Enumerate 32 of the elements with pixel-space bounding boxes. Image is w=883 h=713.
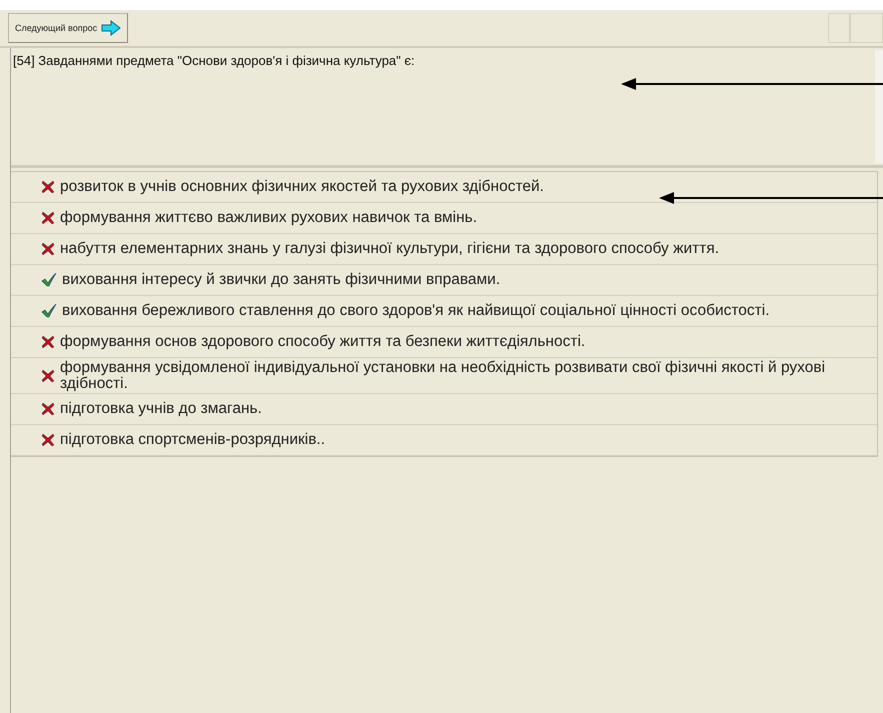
answer-text: підготовка учнів до змагань. bbox=[60, 401, 263, 417]
toolbar-button[interactable] bbox=[828, 13, 850, 43]
cross-icon bbox=[41, 368, 55, 382]
cross-icon bbox=[41, 433, 55, 447]
cross-icon bbox=[41, 402, 55, 416]
answer-row[interactable]: набуття елементарних знань у галузі фізичної культури, гігієни та здорового способу життя. bbox=[11, 234, 877, 265]
answer-text: формування життєво важливих рухових навичок та вмінь. bbox=[60, 210, 478, 226]
answer-text: виховання інтересу й звички до занять фізичними вправами. bbox=[62, 272, 502, 288]
question-text: [54] Завданнями предмета "Основи здоров'я і фізична культура" є: bbox=[13, 53, 415, 68]
answer-text: набуття елементарних знань у галузі фізичної культури, гігієни та здорового способу життя. bbox=[60, 241, 720, 257]
cross-icon bbox=[41, 211, 55, 225]
answer-row[interactable]: формування усвідомленої індивідуальної установки на необхідність розвивати свої фізичні якості й рухові здібності. bbox=[11, 358, 877, 394]
next-question-button[interactable]: Следующий вопрос bbox=[8, 13, 128, 43]
cross-icon bbox=[41, 242, 55, 256]
answer-text: виховання бережливого ставлення до свого здоров'я як найвищої соціальної цінності особистості. bbox=[62, 303, 771, 319]
arrow-right-icon bbox=[101, 20, 122, 36]
check-icon bbox=[41, 273, 57, 287]
cross-icon bbox=[41, 335, 55, 349]
answer-text: формування усвідомленої індивідуальної установки на необхідність розвивати свої фізичні якості й рухові здібності. bbox=[60, 360, 826, 391]
answer-row[interactable]: формування основ здорового способу життя та безпеки життєдіяльності. bbox=[11, 327, 877, 358]
answer-row[interactable]: виховання інтересу й звички до занять фізичними вправами. bbox=[11, 265, 877, 296]
answer-row[interactable]: формування життєво важливих рухових навичок та вмінь. bbox=[11, 203, 877, 234]
answer-text: підготовка спортсменів-розрядників.. bbox=[60, 432, 326, 448]
toolbar-button[interactable] bbox=[850, 13, 883, 43]
answer-row[interactable]: підготовка учнів до змагань. bbox=[11, 394, 877, 425]
answer-text: формування основ здорового способу життя та безпеки життєдіяльності. bbox=[60, 334, 586, 350]
answer-row[interactable]: виховання бережливого ставлення до свого здоров'я як найвищої соціальної цінності особистості. bbox=[11, 296, 877, 327]
cross-icon bbox=[41, 180, 55, 194]
answer-text: розвиток в учнів основних фізичних якостей та рухових здібностей. bbox=[60, 179, 545, 195]
check-icon bbox=[41, 304, 57, 318]
scrollbar[interactable] bbox=[875, 50, 883, 163]
answer-row[interactable]: підготовка спортсменів-розрядників.. bbox=[11, 425, 877, 456]
